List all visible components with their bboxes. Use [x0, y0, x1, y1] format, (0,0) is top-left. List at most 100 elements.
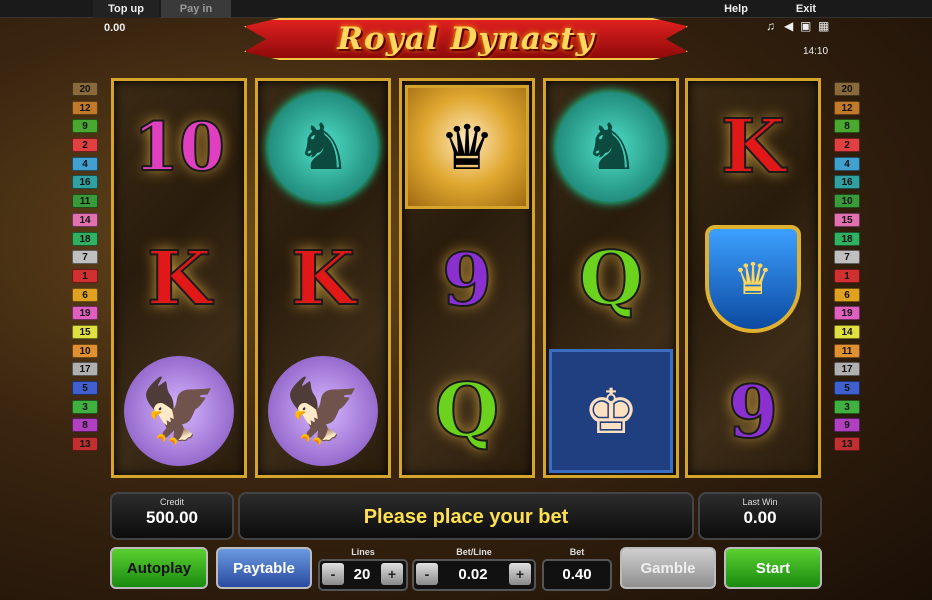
reel-3: ♛ 9 Q [399, 78, 535, 478]
sound-icon[interactable]: ◀ [784, 19, 793, 33]
payline-indicator: 1 [834, 268, 860, 283]
payline-indicator: 10 [834, 194, 860, 209]
payline-indicator: 19 [834, 306, 860, 321]
payline-indicator: 19 [72, 306, 98, 321]
paytable-button[interactable]: Paytable [216, 547, 312, 589]
payline-indicator: 13 [72, 437, 98, 452]
payline-indicators-right: 20 12 8 2 4 16 10 15 18 7 1 6 19 14 11 17 5 3 9 13 [834, 82, 860, 456]
reel-symbol: 🦅 [260, 347, 386, 475]
lion-symbol-icon: ♞ [556, 92, 666, 202]
card-symbol-q: Q [434, 367, 500, 455]
credit-value: 500.00 [146, 508, 198, 527]
payline-indicator: 8 [72, 418, 98, 433]
payline-indicator: 4 [72, 156, 98, 171]
payline-indicator: 3 [834, 399, 860, 414]
payline-indicator: 8 [834, 119, 860, 134]
music-icon[interactable]: ♫ [766, 19, 775, 33]
payline-indicator: 20 [834, 82, 860, 96]
card-symbol-k: K [290, 235, 356, 323]
gamble-button[interactable]: Gamble [620, 547, 716, 589]
autoplay-button[interactable]: Autoplay [110, 547, 208, 589]
payline-indicator: 12 [834, 100, 860, 115]
payline-indicator: 11 [834, 343, 860, 358]
reel-symbol: ♛ [404, 83, 530, 211]
help-button[interactable]: Help [714, 0, 758, 18]
shield-symbol-icon: ♛ [705, 225, 801, 333]
payline-indicator: 7 [72, 250, 98, 265]
payline-indicator: 15 [72, 324, 98, 339]
payline-indicator: 12 [72, 100, 98, 115]
bet-label: Bet [569, 547, 585, 557]
payline-indicator: 6 [834, 287, 860, 302]
payline-indicator: 6 [72, 287, 98, 302]
payline-indicator: 16 [834, 175, 860, 190]
payline-indicator: 16 [72, 175, 98, 190]
balance-display: 0.00 [104, 22, 126, 34]
screen-icon[interactable]: ▣ [800, 19, 811, 33]
queen-symbol-icon: ♛ [405, 85, 529, 209]
game-logo: Royal Dynasty [244, 10, 688, 66]
lines-value: 20 [353, 566, 371, 583]
payline-indicator: 7 [834, 250, 860, 265]
reel-symbol: 9 [404, 215, 530, 343]
reel-symbol: ♛ [690, 215, 816, 343]
card-symbol-k: K [720, 103, 786, 191]
payline-indicator: 2 [72, 138, 98, 153]
last-win-value: 0.00 [743, 508, 777, 527]
payline-indicator: 5 [72, 381, 98, 395]
reel-symbol: K [116, 215, 242, 343]
exit-button[interactable]: Exit [784, 0, 828, 18]
king-symbol-icon: ♚ [549, 349, 673, 473]
bet-value: 0.40 [562, 566, 592, 583]
payline-indicator: 3 [72, 399, 98, 414]
top-up-button[interactable]: Top up [93, 0, 159, 18]
falcon-symbol-icon: 🦅 [124, 356, 234, 466]
pay-in-button[interactable]: Pay in [161, 0, 231, 18]
credit-panel: Credit 500.00 [110, 492, 234, 540]
reels-area: 10 K 🦅 ♞ K 🦅 ♛ 9 Q ♞ Q ♚ K ♛ 9 [111, 78, 821, 478]
reel-symbol: 9 [690, 347, 816, 475]
payline-indicator: 1 [72, 268, 98, 283]
falcon-symbol-icon: 🦅 [268, 356, 378, 466]
payline-indicator: 9 [834, 418, 860, 433]
payline-indicator: 9 [72, 119, 98, 134]
betline-label: Bet/Line [456, 547, 492, 557]
payline-indicator: 18 [834, 231, 860, 246]
betline-minus-button[interactable]: - [416, 563, 438, 585]
payline-indicator: 4 [834, 156, 860, 171]
reel-symbol: 10 [116, 83, 242, 211]
card-symbol-q: Q [578, 235, 644, 323]
payline-indicator: 14 [834, 324, 860, 339]
payline-indicator: 11 [72, 194, 98, 209]
betline-plus-button[interactable]: + [509, 563, 531, 585]
card-symbol-10: 10 [132, 107, 226, 187]
reel-symbol: K [690, 83, 816, 211]
status-message: Please place your bet [238, 492, 694, 540]
credit-label: Credit [159, 497, 184, 507]
last-win-panel: Last Win 0.00 [698, 492, 822, 540]
payline-indicators-left: 20 12 9 2 4 16 11 14 18 7 1 6 19 15 10 17 5 3 8 13 [72, 82, 98, 456]
payline-indicator: 5 [834, 381, 860, 395]
clock: 14:10 [803, 46, 829, 57]
reel-4: ♞ Q ♚ [543, 78, 679, 478]
reel-symbol: ♞ [548, 83, 674, 211]
payline-indicator: 13 [834, 437, 860, 452]
reel-symbol: Q [548, 215, 674, 343]
lines-minus-button[interactable]: - [322, 563, 344, 585]
payline-indicator: 2 [834, 138, 860, 153]
card-symbol-k: K [146, 235, 212, 323]
reel-symbol: 🦅 [116, 347, 242, 475]
payline-indicator: 17 [834, 362, 860, 377]
reel-symbol: ♚ [548, 347, 674, 475]
game-title: Royal Dynasty [337, 21, 595, 57]
payline-indicator: 17 [72, 362, 98, 377]
reel-symbol: ♞ [260, 83, 386, 211]
start-button[interactable]: Start [724, 547, 822, 589]
reel-symbol: K [260, 215, 386, 343]
lines-plus-button[interactable]: + [381, 563, 403, 585]
betline-value: 0.02 [458, 566, 488, 583]
reel-5: K ♛ 9 [685, 78, 821, 478]
payline-indicator: 18 [72, 231, 98, 246]
reel-symbol: Q [404, 347, 530, 475]
fullscreen-icon[interactable]: ▦ [818, 19, 829, 33]
